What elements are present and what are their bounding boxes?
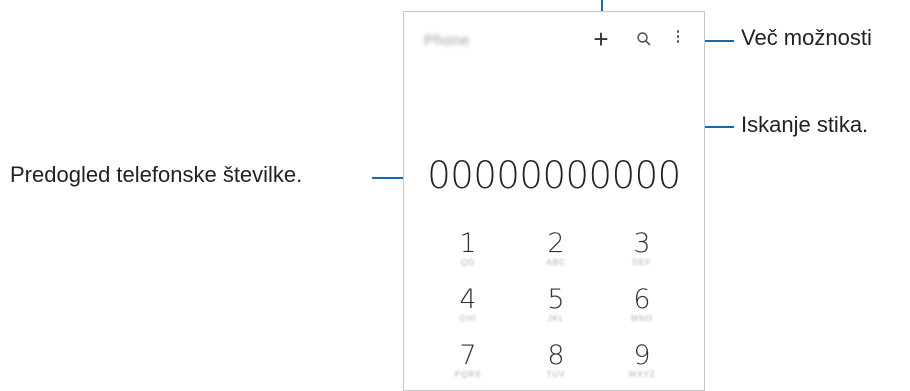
key-digit: 6 — [633, 284, 651, 315]
phone-dialer-screen: Phone + 00000000000 1 QD 2 ABC 3 DEF 4 G… — [403, 11, 705, 391]
key-digit: 3 — [633, 228, 651, 259]
kebab-menu-icon — [674, 30, 682, 43]
keypad-key-4[interactable]: 4 GHI — [438, 286, 498, 324]
keypad-key-2[interactable]: 2 ABC — [526, 230, 586, 268]
key-digit: 9 — [633, 340, 651, 371]
plus-icon: + — [593, 24, 609, 54]
keypad-key-6[interactable]: 6 MNO — [612, 286, 672, 324]
keypad-key-8[interactable]: 8 TUV — [526, 342, 586, 380]
app-title: Phone — [424, 32, 470, 49]
key-letters: WXYZ — [628, 370, 656, 379]
key-digit: 5 — [547, 284, 565, 315]
more-options-button[interactable] — [674, 30, 682, 48]
key-digit: 4 — [459, 284, 477, 315]
callout-search-contacts: Iskanje stika. — [741, 112, 869, 137]
search-icon — [637, 32, 651, 46]
search-button[interactable] — [636, 31, 652, 47]
key-letters: DEF — [632, 258, 652, 267]
key-digit: 2 — [547, 228, 565, 259]
keypad-key-7[interactable]: 7 PQRS — [438, 342, 498, 380]
keypad-key-1[interactable]: 1 QD — [438, 230, 498, 268]
key-digit: 7 — [459, 340, 477, 371]
keypad-key-5[interactable]: 5 JKL — [526, 286, 586, 324]
keypad-key-9[interactable]: 9 WXYZ — [612, 342, 672, 380]
add-contact-button[interactable]: + — [590, 26, 612, 52]
phone-number-preview: 00000000000 — [427, 154, 681, 197]
key-letters: TUV — [546, 370, 566, 379]
key-digit: 8 — [547, 340, 565, 371]
key-letters: PQRS — [454, 370, 482, 379]
callout-more-options: Več možnosti — [741, 25, 872, 50]
key-letters: MNO — [631, 314, 653, 323]
key-letters: GHI — [459, 314, 477, 323]
key-letters: QD — [461, 258, 475, 267]
callout-number-preview: Predogled telefonske številke. — [10, 162, 303, 187]
keypad-key-3[interactable]: 3 DEF — [612, 230, 672, 268]
key-letters: JKL — [547, 314, 565, 323]
key-letters: ABC — [546, 258, 566, 267]
key-digit: 1 — [459, 228, 477, 259]
